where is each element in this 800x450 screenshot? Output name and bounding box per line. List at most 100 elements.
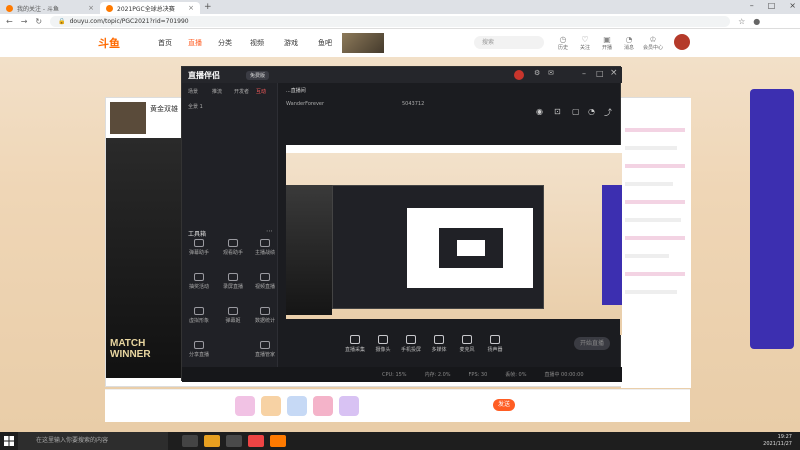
window-icon[interactable]: ▢ (572, 107, 580, 116)
chat-line (625, 254, 669, 258)
tool-video[interactable]: 视频直播 (252, 273, 278, 290)
windows-start-icon[interactable] (0, 432, 18, 450)
explorer-icon[interactable] (204, 435, 220, 447)
clock-icon: ◷ (559, 35, 567, 44)
send-gift-button[interactable]: 发送 (493, 399, 515, 411)
tool-lottery[interactable]: 抽奖活动 (186, 273, 212, 290)
nav-game[interactable]: 游戏 (284, 38, 298, 48)
tab-stream[interactable]: 推流 (212, 88, 222, 95)
tool-icon (228, 273, 238, 281)
douyu-logo[interactable]: 斗鱼 (98, 35, 120, 51)
chat-panel (621, 98, 691, 388)
tab-close-icon[interactable]: × (188, 4, 194, 12)
bookmark-star-icon[interactable]: ☆ (738, 17, 745, 26)
user-avatar[interactable] (674, 34, 690, 50)
record-icon[interactable]: ◉ (536, 107, 543, 116)
lock-icon[interactable]: ⊡ (554, 107, 561, 116)
bell-icon[interactable]: ◔ (588, 107, 595, 116)
promo-banner[interactable] (342, 33, 384, 53)
tool-share[interactable]: 分享直播 (186, 341, 212, 358)
douyu-app-icon[interactable] (270, 435, 286, 447)
new-tab-icon[interactable]: + (204, 2, 212, 12)
gift-item[interactable] (339, 396, 359, 416)
close-icon[interactable]: × (610, 68, 618, 78)
profile-icon[interactable]: ● (753, 17, 760, 26)
taskbar-search-input[interactable]: 在这里输入你要搜索的内容 (18, 432, 168, 450)
nav-category[interactable]: 分类 (218, 38, 232, 48)
url-field[interactable]: 🔒 douyu.com/topic/PGC2021?rid=701990 (50, 15, 731, 27)
tool-stats[interactable]: 数据统计 (252, 307, 278, 324)
tab-interact[interactable]: 互动 (256, 88, 266, 95)
gift-item[interactable] (261, 396, 281, 416)
close-window-icon[interactable]: × (789, 1, 796, 10)
streamer-avatar[interactable] (110, 102, 146, 134)
camera-button[interactable]: 摄像头 (370, 335, 396, 353)
user-avatar[interactable] (514, 70, 524, 80)
search-input[interactable]: 搜索 (474, 36, 544, 49)
reload-icon[interactable]: ↻ (35, 17, 42, 26)
tool-watch[interactable]: 观看助手 (220, 239, 246, 256)
gift-item[interactable] (287, 396, 307, 416)
tool-screen[interactable]: 录屏直播 (220, 273, 246, 290)
maximize-icon[interactable]: □ (768, 1, 776, 10)
media-button[interactable]: 多媒体 (426, 335, 452, 353)
tool-avatar[interactable]: 虚拟形象 (186, 307, 212, 324)
message-button[interactable]: ◔ 消息 (618, 35, 640, 51)
gift-item[interactable] (313, 396, 333, 416)
browser-tab-pgc[interactable]: 2021PGC全球总决赛 × (100, 2, 200, 14)
back-icon[interactable]: ← (6, 17, 13, 26)
phone-cast-button[interactable]: 手机投屏 (398, 335, 424, 353)
browser-tab-bar: 我的关注 - 斗鱼 × 2021PGC全球总决赛 × + – □ × (0, 0, 800, 14)
task-view-icon[interactable] (182, 435, 198, 447)
scene-item[interactable]: 全景 1 (188, 103, 203, 110)
tool-danmuji[interactable]: 弹幕姬 (220, 307, 246, 324)
system-tray[interactable]: 19:27 2021/11/27 (763, 434, 792, 448)
tool-label: 录屏直播 (222, 284, 243, 290)
stream-title: WanderForever (286, 101, 325, 107)
tool-icon (228, 239, 238, 247)
gift-item[interactable] (235, 396, 255, 416)
golive-button[interactable]: ▣ 开播 (596, 35, 618, 51)
chat-line (625, 182, 673, 186)
tab-developer[interactable]: 开发者 (234, 88, 249, 95)
phone-icon (406, 335, 416, 344)
promo-sidebar[interactable] (750, 89, 794, 349)
message-icon[interactable]: ✉ (548, 69, 554, 77)
browser-tab-follow[interactable]: 我的关注 - 斗鱼 × (0, 2, 100, 14)
chrome-icon[interactable] (248, 435, 264, 447)
tab-close-icon[interactable]: × (88, 4, 94, 12)
maximize-icon[interactable]: □ (596, 69, 604, 78)
vip-label: 会员中心 (642, 45, 663, 51)
speaker-button[interactable]: 扬声器 (482, 335, 508, 353)
nested-app-deep (439, 228, 503, 268)
tab-scene[interactable]: 场景 (188, 88, 198, 95)
tool-record[interactable]: 主播战绩 (252, 239, 278, 256)
scene-panel: 场景 推流 开发者 互动 全景 1 工具箱 ⋯ 弹幕助手 观看助手 主播战绩 抽… (182, 83, 278, 382)
history-label: 历史 (557, 45, 568, 51)
capture-button[interactable]: 直播采集 (342, 335, 368, 353)
tool-danmu[interactable]: 弹幕助手 (186, 239, 212, 256)
vip-button[interactable]: ♔ 会员中心 (642, 35, 664, 51)
forward-icon[interactable]: → (21, 17, 28, 26)
start-live-button[interactable]: 开始直播 (574, 337, 610, 350)
minimize-icon[interactable]: – (582, 69, 586, 78)
clock-date: 2021/11/27 (763, 441, 792, 447)
bell-icon: ◔ (625, 35, 633, 44)
history-button[interactable]: ◷ 历史 (552, 35, 574, 51)
nav-live[interactable]: 直播 (188, 38, 202, 48)
nav-yuba[interactable]: 鱼吧 (318, 38, 332, 48)
tool-manager[interactable]: 直播管家 (252, 341, 278, 358)
video-area[interactable]: MATCH WINNER (106, 138, 186, 378)
share-icon[interactable]: ⤴ (604, 107, 612, 118)
nav-video[interactable]: 视频 (250, 38, 264, 48)
mic-button[interactable]: 麦克风 (454, 335, 480, 353)
room-id: 5043712 (402, 101, 425, 107)
follow-button[interactable]: ♡ 关注 (574, 35, 596, 51)
app-icon[interactable] (226, 435, 242, 447)
stream-preview[interactable] (286, 145, 622, 335)
nav-home[interactable]: 首页 (158, 38, 172, 48)
minimize-icon[interactable]: – (750, 1, 754, 10)
golive-label: 开播 (601, 45, 612, 51)
settings-icon[interactable]: ⚙ (534, 69, 540, 77)
more-icon[interactable]: ⋯ (266, 227, 273, 235)
